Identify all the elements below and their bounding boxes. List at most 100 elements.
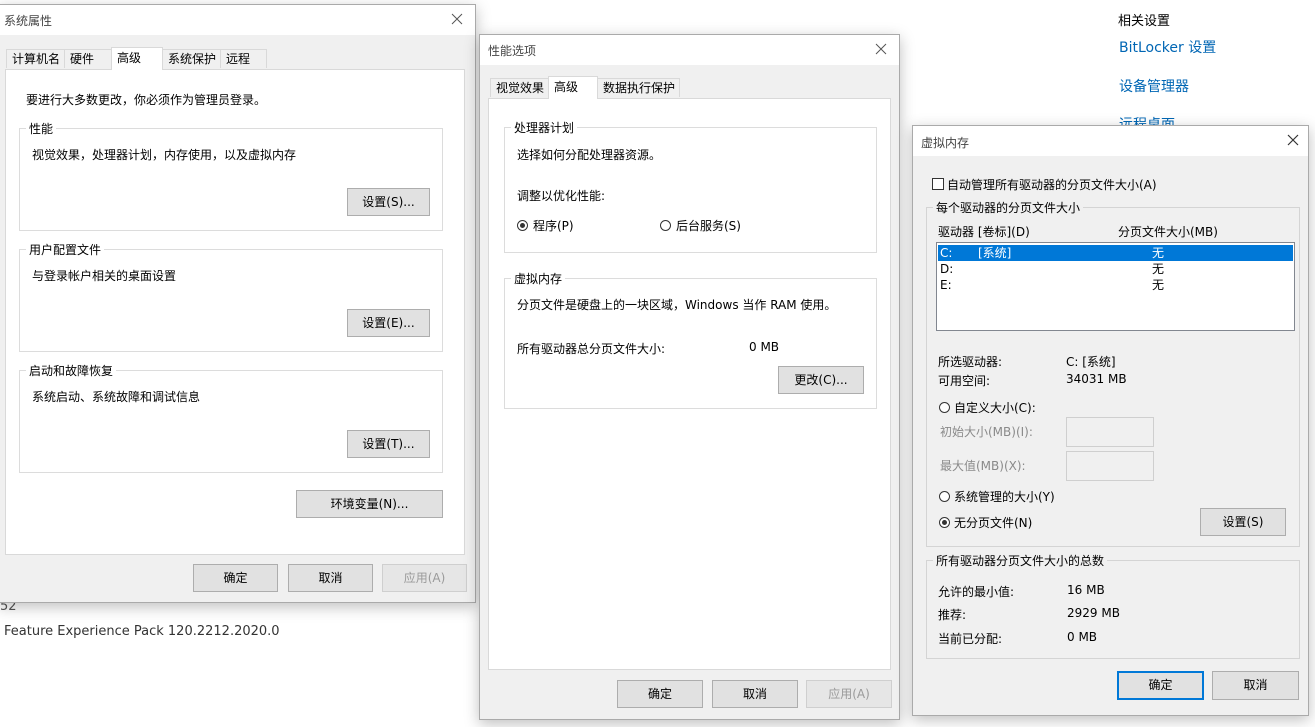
user-profiles-desc: 与登录帐户相关的桌面设置: [32, 269, 177, 283]
background-services-radio[interactable]: [660, 220, 671, 231]
apply-button[interactable]: 应用(A): [806, 680, 892, 708]
drive-letter: E:: [940, 278, 952, 292]
processor-scheduling-desc: 选择如何分配处理器资源。: [517, 148, 662, 162]
virtual-memory-group: 虚拟内存 分页文件是硬盘上的一块区域，Windows 当作 RAM 使用。 所有…: [504, 270, 877, 409]
initial-size-input[interactable]: [1066, 417, 1154, 447]
user-profiles-group: 用户配置文件 与登录帐户相关的桌面设置 设置(E)...: [19, 241, 443, 352]
tab-visual-effects[interactable]: 视觉效果: [490, 78, 549, 97]
drive-size: 无: [1152, 262, 1165, 276]
performance-desc: 视觉效果，处理器计划，内存使用，以及虚拟内存: [32, 148, 297, 162]
tab-system-protection[interactable]: 系统保护: [162, 49, 221, 68]
startup-settings-button[interactable]: 设置(T)...: [347, 430, 430, 458]
user-profiles-settings-button[interactable]: 设置(E)...: [347, 309, 430, 337]
processor-scheduling-group: 处理器计划 选择如何分配处理器资源。 调整以优化性能: 程序(P) 后台服务(S…: [504, 119, 877, 253]
performance-title: 性能: [26, 120, 57, 137]
initial-size-label: 初始大小(MB)(I):: [940, 425, 1033, 439]
cancel-button[interactable]: 取消: [712, 680, 798, 708]
cancel-button[interactable]: 取消: [1212, 671, 1299, 700]
drive-list[interactable]: C: [系统] 无 D: 无 E: 无: [936, 242, 1295, 331]
recommended-value: 2929 MB: [1067, 606, 1120, 620]
per-drive-title: 每个驱动器的分页文件大小: [933, 199, 1084, 216]
totals-title: 所有驱动器分页文件大小的总数: [933, 552, 1108, 569]
close-icon: [875, 43, 887, 55]
apply-button[interactable]: 应用(A): [382, 564, 467, 592]
programs-label[interactable]: 程序(P): [533, 217, 574, 234]
total-paging-label: 所有驱动器总分页文件大小:: [517, 342, 666, 356]
set-button[interactable]: 设置(S): [1200, 508, 1286, 536]
ok-button[interactable]: 确定: [1117, 671, 1204, 700]
drive-label: [系统]: [978, 246, 1012, 260]
tab-strip: 视觉效果 高级 数据执行保护: [490, 76, 710, 99]
tab-strip: 计算机名 硬件 高级 系统保护 远程: [6, 47, 306, 70]
tab-panel-advanced: 要进行大多数更改，你必须作为管理员登录。 性能 视觉效果，处理器计划，内存使用，…: [5, 69, 465, 555]
environment-variables-button[interactable]: 环境变量(N)...: [296, 490, 443, 518]
bitlocker-link[interactable]: BitLocker 设置: [1119, 37, 1216, 57]
max-size-label: 最大值(MB)(X):: [940, 459, 1026, 473]
current-allocated-value: 0 MB: [1067, 630, 1098, 644]
window-title: 性能选项: [488, 44, 537, 58]
close-button[interactable]: [871, 39, 891, 59]
titlebar: 系统属性: [0, 5, 475, 35]
performance-group: 性能 视觉效果，处理器计划，内存使用，以及虚拟内存 设置(S)...: [19, 120, 443, 231]
background-services-label[interactable]: 后台服务(S): [676, 217, 741, 234]
tab-advanced[interactable]: 高级: [548, 76, 598, 99]
admin-note: 要进行大多数更改，你必须作为管理员登录。: [26, 93, 267, 107]
virtual-memory-desc: 分页文件是硬盘上的一块区域，Windows 当作 RAM 使用。: [517, 298, 837, 312]
cancel-button[interactable]: 取消: [288, 564, 373, 592]
performance-options-window: 性能选项 视觉效果 高级 数据执行保护 处理器计划 选择如何分配处理器资源。 调…: [479, 34, 900, 720]
list-item[interactable]: C: [系统] 无: [938, 245, 1293, 261]
free-space-value: 34031 MB: [1066, 372, 1127, 386]
size-column-header: 分页文件大小(MB): [1118, 225, 1218, 239]
processor-scheduling-title: 处理器计划: [511, 119, 578, 136]
startup-recovery-group: 启动和故障恢复 系统启动、系统故障和调试信息 设置(T)...: [19, 362, 443, 473]
related-settings-heading: 相关设置: [1118, 14, 1171, 29]
close-button[interactable]: [447, 9, 467, 29]
drive-letter: C:: [940, 246, 953, 260]
titlebar: 虚拟内存: [913, 126, 1308, 156]
startup-recovery-title: 启动和故障恢复: [26, 362, 117, 379]
system-managed-radio[interactable]: [939, 491, 950, 502]
no-paging-label[interactable]: 无分页文件(N): [954, 514, 1032, 531]
system-managed-label[interactable]: 系统管理的大小(Y): [954, 488, 1055, 505]
no-paging-radio[interactable]: [939, 517, 950, 528]
list-item[interactable]: D: 无: [938, 261, 1293, 277]
total-paging-value: 0 MB: [749, 340, 780, 354]
per-drive-group: 每个驱动器的分页文件大小 驱动器 [卷标](D) 分页文件大小(MB) C: […: [926, 199, 1300, 547]
selected-drive-value: C: [系统]: [1066, 355, 1116, 369]
selected-drive-label: 所选驱动器:: [938, 355, 1003, 369]
change-button[interactable]: 更改(C)...: [778, 366, 864, 394]
close-icon: [1287, 134, 1299, 146]
ok-button[interactable]: 确定: [617, 680, 703, 708]
tab-hardware[interactable]: 硬件: [64, 49, 112, 68]
feature-pack-text: Feature Experience Pack 120.2212.2020.0: [4, 624, 280, 639]
list-item[interactable]: E: 无: [938, 277, 1293, 293]
virtual-memory-window: 虚拟内存 自动管理所有驱动器的分页文件大小(A) 每个驱动器的分页文件大小 驱动…: [912, 125, 1309, 716]
close-button[interactable]: [1283, 130, 1303, 150]
custom-size-label[interactable]: 自定义大小(C):: [954, 399, 1036, 416]
tab-computer-name[interactable]: 计算机名: [6, 49, 65, 68]
max-size-input[interactable]: [1066, 451, 1154, 481]
titlebar: 性能选项: [480, 35, 899, 65]
performance-settings-button[interactable]: 设置(S)...: [347, 188, 430, 216]
ok-button[interactable]: 确定: [193, 564, 278, 592]
auto-manage-checkbox[interactable]: [932, 178, 944, 190]
custom-size-radio[interactable]: [939, 402, 950, 413]
tab-remote[interactable]: 远程: [220, 49, 267, 68]
window-title: 系统属性: [4, 14, 53, 28]
tab-panel-advanced: 处理器计划 选择如何分配处理器资源。 调整以优化性能: 程序(P) 后台服务(S…: [488, 98, 891, 670]
adjust-label: 调整以优化性能:: [517, 189, 606, 203]
programs-radio[interactable]: [517, 220, 528, 231]
recommended-label: 推荐:: [938, 608, 967, 622]
close-icon: [451, 13, 463, 25]
tab-dep[interactable]: 数据执行保护: [597, 78, 680, 97]
virtual-memory-title: 虚拟内存: [511, 270, 566, 287]
window-title: 虚拟内存: [921, 136, 970, 150]
auto-manage-label[interactable]: 自动管理所有驱动器的分页文件大小(A): [947, 176, 1157, 193]
free-space-label: 可用空间:: [938, 374, 991, 388]
user-profiles-title: 用户配置文件: [26, 241, 105, 258]
drive-size: 无: [1152, 246, 1165, 260]
tab-advanced[interactable]: 高级: [111, 47, 163, 70]
current-allocated-label: 当前已分配:: [938, 632, 1003, 646]
device-manager-link[interactable]: 设备管理器: [1119, 76, 1189, 96]
system-properties-window: 系统属性 计算机名 硬件 高级 系统保护 远程 要进行大多数更改，你必须作为管理…: [0, 4, 476, 603]
